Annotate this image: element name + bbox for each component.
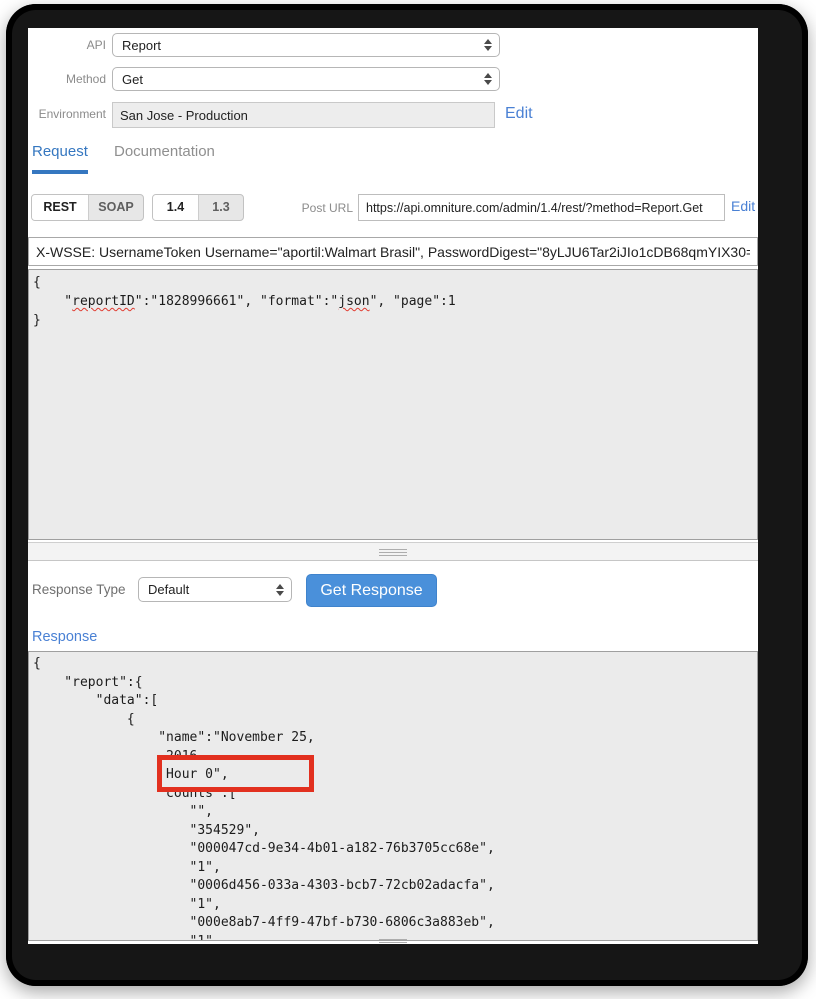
drag-grip-icon [379,549,407,556]
environment-label: Environment [38,107,106,121]
api-select[interactable]: Report [112,33,500,57]
method-select-value: Get [122,71,143,87]
method-label: Method [65,72,106,86]
response-body-text: { "report":{ "data":[ { "name":"November… [33,656,495,941]
protocol-toggle: REST SOAP [31,194,144,221]
tab-documentation[interactable]: Documentation [114,143,215,160]
response-type-label: Response Type [32,582,126,597]
stepper-icon [484,39,492,51]
stepper-icon [484,73,492,85]
soap-button[interactable]: SOAP [88,195,143,220]
post-url-edit-link[interactable]: Edit [731,198,755,214]
response-type-value: Default [148,582,190,597]
post-url-label: Post URL [301,201,353,215]
method-select[interactable]: Get [112,67,500,91]
stepper-icon [276,583,284,596]
resize-splitter[interactable] [28,542,758,561]
response-type-select[interactable]: Default [138,577,292,602]
screenshot-stage: API Report Method Get Environment Edit R… [0,0,816,999]
version-toggle: 1.4 1.3 [152,194,244,221]
drag-grip-icon [379,939,407,944]
tab-request-underline [32,170,88,174]
environment-field [112,102,495,128]
response-link[interactable]: Response [32,629,97,645]
get-response-button[interactable]: Get Response [306,574,437,607]
environment-edit-link[interactable]: Edit [505,105,533,123]
api-select-value: Report [122,37,162,53]
tab-request[interactable]: Request [32,143,88,160]
misspelled-word: reportID [72,294,135,309]
misspelled-word: json [338,294,370,309]
highlight-annotation-box [157,755,314,792]
request-body-editor[interactable]: { "reportID":"1828996661", "format":"jso… [28,269,758,540]
response-output[interactable]: { "report":{ "data":[ { "name":"November… [28,651,758,941]
rest-button[interactable]: REST [32,195,88,220]
post-url-field[interactable] [358,194,725,221]
api-label: API [86,38,106,52]
version-13-button[interactable]: 1.3 [198,195,243,220]
api-explorer-window: API Report Method Get Environment Edit R… [28,28,758,944]
xwsse-header-field[interactable] [28,237,758,266]
request-body-text: { "reportID":"1828996661", "format":"jso… [33,275,456,328]
version-14-button[interactable]: 1.4 [153,195,198,220]
